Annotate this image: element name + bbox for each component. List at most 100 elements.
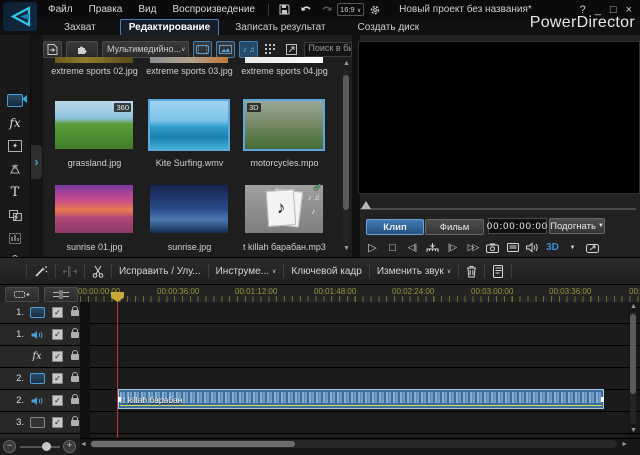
timeline-hscrollbar[interactable]: ◄ ► <box>80 437 628 450</box>
zoom-slider-track[interactable] <box>20 446 60 448</box>
track-lock-icon[interactable] <box>71 420 79 426</box>
media-item-thumbnail[interactable] <box>55 185 133 233</box>
scrollbar-thumb[interactable] <box>343 75 349 210</box>
media-item-thumbnail[interactable] <box>150 185 228 233</box>
delete-trash-icon[interactable] <box>466 265 477 278</box>
tab-create-disc[interactable]: Создать диск <box>350 20 428 35</box>
library-search-input[interactable]: Поиск в би <box>304 42 352 57</box>
media-item-thumbnail[interactable] <box>150 101 228 149</box>
track-lock-icon[interactable] <box>71 354 79 360</box>
track-lane[interactable] <box>90 324 628 345</box>
volume-icon[interactable] <box>524 240 541 255</box>
3d-dropdown-arrow-icon[interactable]: ▼ <box>564 240 581 255</box>
script-notes-icon[interactable] <box>492 265 504 278</box>
clip-volume-line[interactable] <box>120 405 602 406</box>
library-content-dropdown[interactable]: Мультимедийно...∨ <box>102 41 189 58</box>
track-lock-icon[interactable] <box>71 310 79 316</box>
track-lane[interactable] <box>90 302 628 323</box>
media-item-thumbnail[interactable] <box>150 57 228 63</box>
timeline-vscrollbar[interactable]: ▲ ▼ <box>628 303 638 438</box>
transition-room-icon[interactable] <box>4 206 26 224</box>
seek-slider-track[interactable] <box>360 208 636 210</box>
preview-quality-icon[interactable] <box>504 240 521 255</box>
media-item-thumbnail[interactable]: 360 <box>55 101 133 149</box>
track-manager-icon[interactable] <box>44 287 78 302</box>
tab-produce[interactable]: Записать результат <box>227 20 333 35</box>
media-item-thumbnail[interactable] <box>55 57 133 63</box>
audio-mixing-room-icon[interactable] <box>4 229 26 247</box>
media-item-thumbnail[interactable]: ♪ ♪ ♫ ♪ <box>245 185 323 233</box>
track-enable-checkbox[interactable]: ✓ <box>52 417 63 428</box>
track-lane[interactable] <box>90 412 628 433</box>
track-lock-icon[interactable] <box>71 332 79 338</box>
media-item-thumbnail[interactable]: 3D <box>245 101 323 149</box>
menu-view[interactable]: Вид <box>130 0 164 19</box>
scroll-down-icon[interactable]: ▼ <box>630 427 637 434</box>
scroll-right-icon[interactable]: ► <box>621 441 628 448</box>
track-enable-checkbox[interactable]: ✓ <box>52 307 63 318</box>
scroll-up-icon[interactable]: ▲ <box>343 60 350 67</box>
pip-objects-room-icon[interactable]: ✦ <box>4 137 26 155</box>
track-lock-icon[interactable] <box>71 398 79 404</box>
detach-library-icon[interactable] <box>283 42 300 57</box>
3d-mode-button[interactable]: 3D <box>544 240 561 255</box>
track-header-fx[interactable]: fx ✓ <box>0 346 81 367</box>
clip-trim-handle-left[interactable] <box>118 397 121 402</box>
track-header-audio-2[interactable]: 2. ✓ <box>0 390 81 411</box>
settings-gear-icon[interactable] <box>367 2 382 17</box>
filter-music-icon[interactable]: ♪ ♫ <box>239 41 258 58</box>
timeline-audio-clip[interactable]: t killah барабан <box>118 389 604 409</box>
scroll-down-icon[interactable]: ▼ <box>343 245 350 252</box>
fit-dropdown[interactable]: Подогнать▼ <box>549 218 605 234</box>
magic-wand-icon[interactable] <box>34 265 48 278</box>
aspect-ratio-selector[interactable]: 16:9 ∨ <box>337 3 364 16</box>
split-move-icon[interactable] <box>63 266 77 277</box>
scrollbar-track[interactable] <box>90 440 617 448</box>
edit-audio-button[interactable]: Изменить звук∨ <box>377 266 451 277</box>
track-header-audio-1[interactable]: 1. ✓ <box>0 324 81 345</box>
detach-preview-icon[interactable] <box>584 240 601 255</box>
save-icon[interactable] <box>277 2 292 17</box>
preview-video-area[interactable] <box>358 41 640 194</box>
range-select-icon[interactable] <box>5 287 39 302</box>
previous-frame-button[interactable]: ◁| <box>404 240 421 255</box>
seek-position-icon[interactable] <box>424 240 441 255</box>
fast-forward-button[interactable]: ▷▷ <box>464 240 481 255</box>
zoom-out-button[interactable]: − <box>3 440 16 453</box>
track-enable-checkbox[interactable]: ✓ <box>52 329 63 340</box>
keyframe-button[interactable]: Ключевой кадр <box>291 266 361 277</box>
menu-edit[interactable]: Правка <box>81 0 131 19</box>
plugins-icon[interactable] <box>66 41 98 58</box>
track-header-video-3[interactable]: 3. ✓ <box>0 412 81 433</box>
scrollbar-thumb[interactable] <box>91 441 295 447</box>
track-header-video-2[interactable]: 2. ✓ <box>0 368 81 389</box>
redo-icon[interactable] <box>319 2 334 17</box>
zoom-in-button[interactable]: + <box>63 440 76 453</box>
tab-edit[interactable]: Редактирование <box>120 19 219 36</box>
clip-trim-handle-right[interactable] <box>601 397 604 402</box>
fix-enhance-button[interactable]: Исправить / Улу... <box>119 266 201 277</box>
track-lane[interactable] <box>90 368 628 389</box>
track-lane[interactable] <box>90 346 628 367</box>
playhead-line[interactable] <box>117 295 118 438</box>
timeline-ruler[interactable]: 00:00:00:00 00:00:36:00 00:01:12:00 00:0… <box>0 285 640 303</box>
track-header-video-1[interactable]: 1. ✓ <box>0 302 81 323</box>
snapshot-camera-icon[interactable] <box>484 240 501 255</box>
filter-video-icon[interactable] <box>193 41 212 58</box>
header-lane-divider[interactable] <box>80 302 90 438</box>
stop-button[interactable]: □ <box>384 240 401 255</box>
library-scrollbar[interactable]: ▲ ▼ <box>342 58 351 254</box>
menu-file[interactable]: Файл <box>40 0 81 19</box>
tab-capture[interactable]: Захват <box>56 20 104 35</box>
scrollbar-thumb[interactable] <box>630 314 636 394</box>
media-item-thumbnail[interactable] <box>245 57 323 63</box>
next-frame-button[interactable]: |▷ <box>444 240 461 255</box>
scroll-left-icon[interactable]: ◄ <box>80 441 87 448</box>
menu-playback[interactable]: Воспроизведение <box>164 0 263 19</box>
timecode-display[interactable]: 00:00:00:00 <box>488 218 547 234</box>
track-enable-checkbox[interactable]: ✓ <box>52 373 63 384</box>
zoom-slider-knob[interactable] <box>42 442 51 451</box>
tools-button[interactable]: Инструме...∨ <box>216 266 277 277</box>
import-media-icon[interactable] <box>43 41 62 58</box>
preview-mode-clip[interactable]: Клип <box>366 219 424 235</box>
